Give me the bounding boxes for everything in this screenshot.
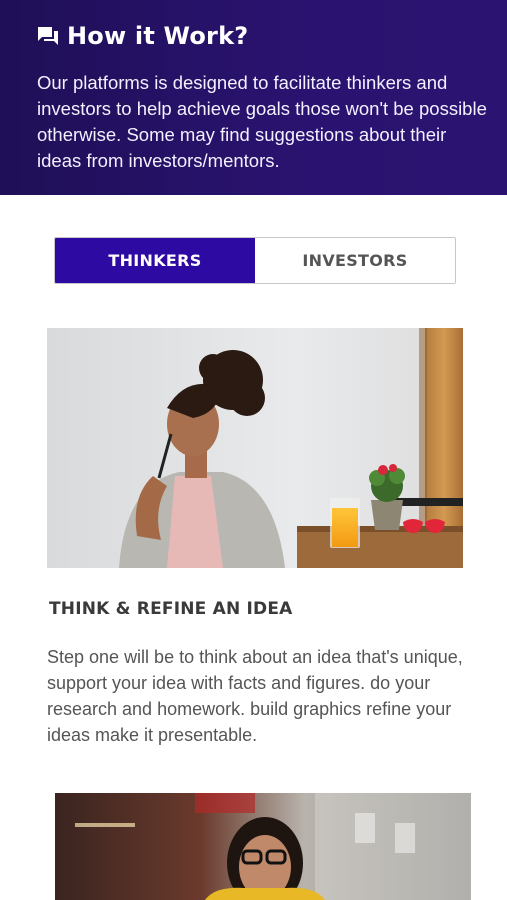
woman-thinking-photo bbox=[47, 328, 463, 568]
header-title: How it Work? bbox=[67, 22, 249, 50]
header-title-row: How it Work? bbox=[37, 22, 248, 50]
woman-glasses-photo bbox=[55, 793, 471, 900]
step-title: THINK & REFINE AN IDEA bbox=[49, 599, 293, 619]
tab-thinkers[interactable]: THINKERS bbox=[55, 238, 255, 283]
step-description: Step one will be to think about an idea … bbox=[47, 647, 463, 745]
header-description: Our platforms is designed to facilitate … bbox=[37, 72, 487, 171]
tab-investors[interactable]: INVESTORS bbox=[255, 238, 455, 283]
how-it-works-header: How it Work? Our platforms is designed t… bbox=[0, 0, 507, 195]
role-tabs: THINKERS INVESTORS bbox=[54, 237, 456, 284]
chat-bubble-icon bbox=[38, 27, 58, 45]
